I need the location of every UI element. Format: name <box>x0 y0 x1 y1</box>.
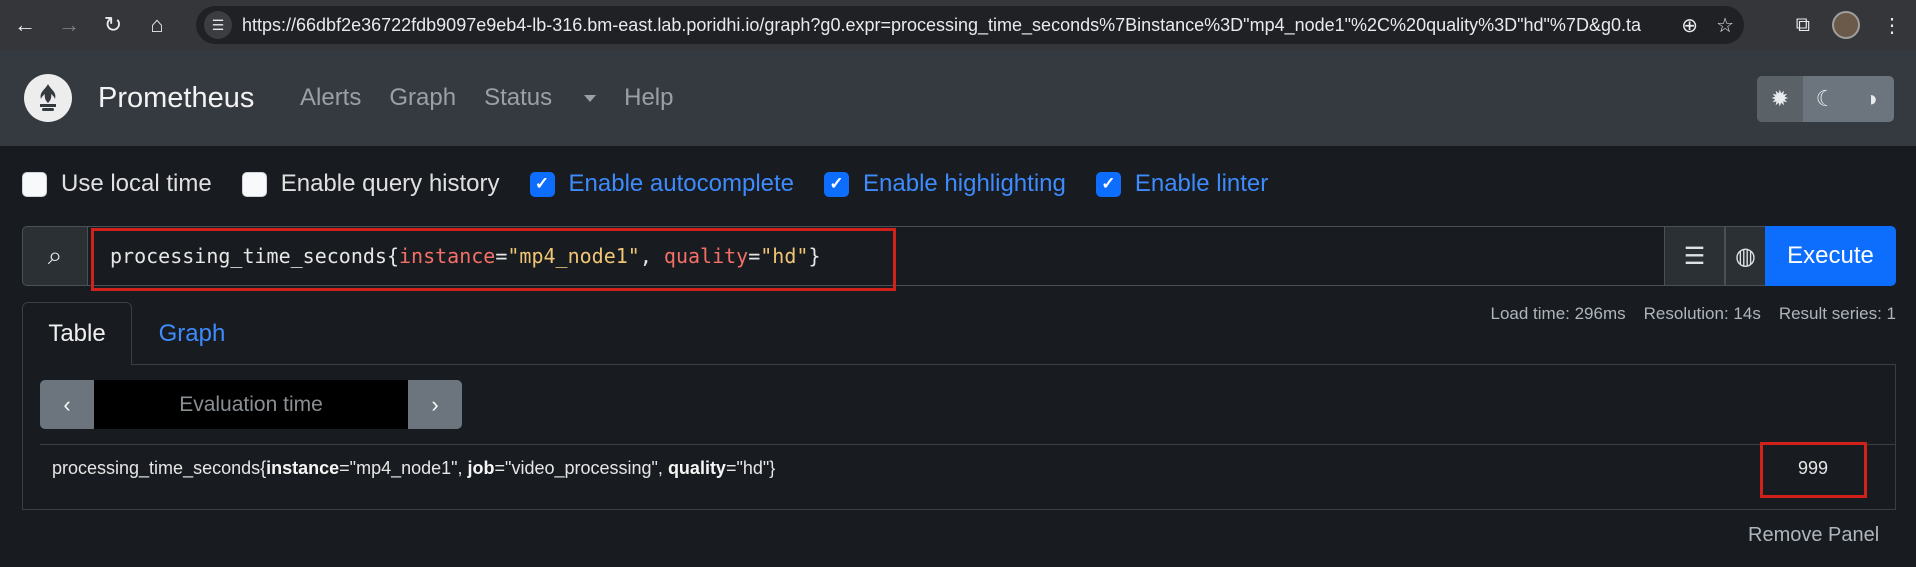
url-text[interactable]: https://66dbf2e36722fdb9097e9eb4-lb-316.… <box>242 15 1642 36</box>
query-highlight-box <box>91 228 896 291</box>
load-time: Load time: 296ms <box>1490 304 1626 323</box>
search-icon: ⌕ <box>22 226 88 286</box>
bookmark-star-icon[interactable]: ☆ <box>1716 13 1734 38</box>
nav-alerts[interactable]: Alerts <box>300 84 361 112</box>
label-value: ="video_processing", <box>494 458 668 478</box>
zoom-icon[interactable]: ⊕ <box>1681 13 1698 38</box>
browser-menu-icon[interactable]: ⋮ <box>1882 13 1902 38</box>
chevron-down-icon <box>584 95 597 103</box>
checkbox-linter[interactable]: ✓ <box>1095 171 1121 197</box>
brand-title[interactable]: Prometheus <box>98 82 254 115</box>
result-series: Result series: 1 <box>1778 304 1896 323</box>
nav-graph[interactable]: Graph <box>389 84 456 112</box>
option-use-local-time[interactable]: Use local time <box>22 170 212 198</box>
prometheus-logo-icon[interactable] <box>24 74 72 122</box>
execute-button[interactable]: Execute <box>1765 226 1896 286</box>
address-bar[interactable]: ☰ https://66dbf2e36722fdb9097e9eb4-lb-31… <box>196 6 1744 44</box>
extensions-icon[interactable]: ⧉ <box>1796 14 1810 37</box>
previous-time-button[interactable]: ‹ <box>40 380 94 429</box>
metrics-explorer-icon[interactable]: ◍ <box>1725 226 1766 286</box>
nav-status-label: Status <box>484 84 553 111</box>
option-highlighting[interactable]: ✓ Enable highlighting <box>824 170 1066 198</box>
nav-help[interactable]: Help <box>624 84 673 112</box>
back-icon[interactable]: ← <box>6 6 44 44</box>
checkbox-highlighting[interactable]: ✓ <box>824 171 850 197</box>
forward-icon[interactable]: → <box>50 6 88 44</box>
option-label: Enable highlighting <box>863 170 1066 197</box>
site-info-icon[interactable]: ☰ <box>204 11 232 39</box>
option-label: Enable autocomplete <box>568 170 795 197</box>
checkbox-autocomplete[interactable]: ✓ <box>529 171 555 197</box>
query-stats: Load time: 296ms Resolution: 14s Result … <box>1491 304 1897 324</box>
evaluation-time-picker: ‹ Evaluation time › <box>40 380 462 429</box>
option-label: Enable linter <box>1134 170 1269 197</box>
tab-graph[interactable]: Graph <box>132 302 252 365</box>
reload-icon[interactable]: ↻ <box>94 6 132 44</box>
nav-status-dropdown[interactable]: Status <box>484 84 597 112</box>
theme-switcher: ✹ ☾ ◑ <box>1757 76 1894 122</box>
option-linter[interactable]: ✓ Enable linter <box>1095 170 1269 198</box>
light-theme-icon[interactable]: ✹ <box>1757 76 1803 122</box>
label-value: ="hd"} <box>725 458 776 478</box>
label-key: quality <box>667 458 726 478</box>
checkbox-query-history[interactable] <box>241 171 267 197</box>
label-key: instance <box>266 458 340 478</box>
query-options: Use local time Enable query history ✓ En… <box>22 168 1298 200</box>
navbar: Prometheus Alerts Graph Status Help ✹ ☾ … <box>0 50 1916 146</box>
evaluation-time-input[interactable]: Evaluation time <box>94 380 408 429</box>
next-time-button[interactable]: › <box>408 380 462 429</box>
result-metric: processing_time_seconds{ <box>52 458 267 478</box>
checkbox-use-local-time[interactable] <box>22 171 47 197</box>
option-autocomplete[interactable]: ✓ Enable autocomplete <box>529 170 795 198</box>
browser-toolbar: ← → ↻ ⌂ ☰ https://66dbf2e36722fdb9097e9e… <box>0 0 1916 50</box>
result-series-labels: processing_time_seconds{instance="mp4_no… <box>52 458 775 479</box>
tab-table[interactable]: Table <box>22 302 132 365</box>
option-query-history[interactable]: Enable query history <box>241 170 500 198</box>
dark-theme-icon[interactable]: ☾ <box>1803 76 1849 122</box>
value-highlight-box <box>1760 442 1867 498</box>
profile-avatar[interactable] <box>1832 11 1860 39</box>
home-icon[interactable]: ⌂ <box>138 6 176 44</box>
remove-panel-link[interactable]: Remove Panel <box>1748 524 1879 547</box>
row-divider <box>40 444 1896 445</box>
resolution: Resolution: 14s <box>1643 304 1761 323</box>
auto-theme-icon[interactable]: ◑ <box>1848 76 1894 122</box>
format-expression-icon[interactable]: ☰ <box>1664 226 1725 286</box>
option-label: Use local time <box>61 170 212 197</box>
label-key: job <box>467 458 495 478</box>
option-label: Enable query history <box>280 170 500 197</box>
label-value: ="mp4_node1", <box>339 458 468 478</box>
